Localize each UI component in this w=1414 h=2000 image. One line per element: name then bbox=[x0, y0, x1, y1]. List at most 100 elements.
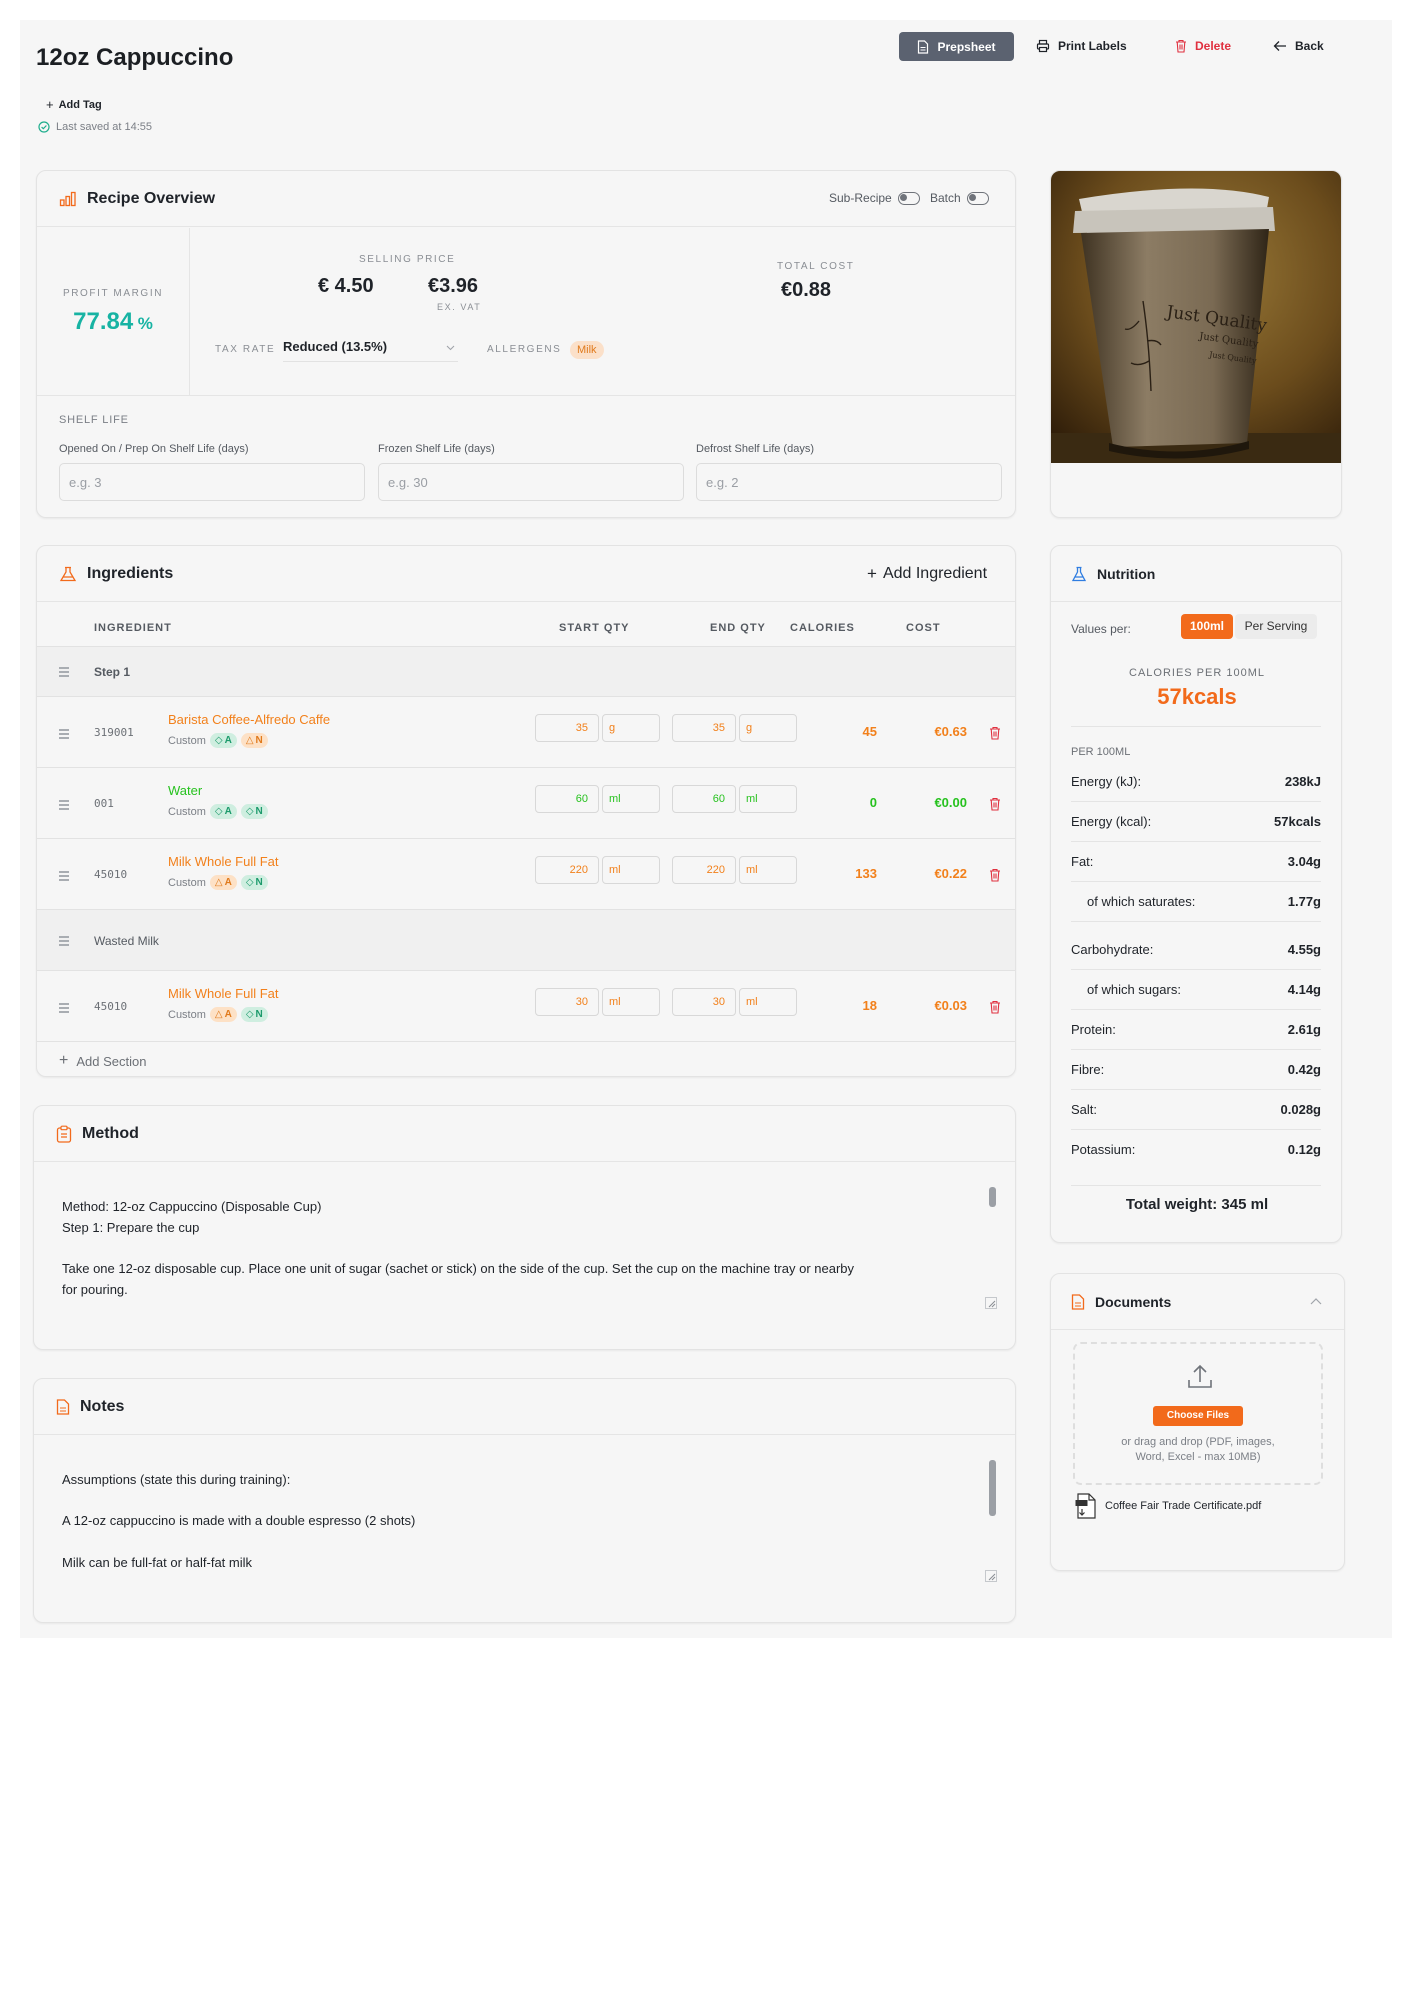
drag-handle-icon[interactable] bbox=[59, 800, 69, 812]
sub-recipe-toggle[interactable]: Sub-Recipe bbox=[829, 191, 920, 205]
per-100ml-toggle[interactable]: 100ml bbox=[1181, 614, 1233, 639]
file-dropzone[interactable]: Choose Files or drag and drop (PDF, imag… bbox=[1073, 1342, 1323, 1485]
tax-rate-value: Reduced (13.5%) bbox=[283, 339, 388, 354]
add-section-label: Add Section bbox=[76, 1053, 147, 1069]
nutrition-row: Potassium: 0.12g bbox=[1071, 1129, 1321, 1169]
metrics-divider bbox=[189, 228, 190, 396]
documents-header[interactable]: Documents bbox=[1051, 1274, 1344, 1330]
ingredient-name[interactable]: Milk Whole Full Fat bbox=[168, 854, 279, 869]
calories-per-value: 57kcals bbox=[1157, 684, 1237, 709]
ingredient-name[interactable]: Barista Coffee-Alfredo Caffe bbox=[168, 712, 330, 727]
nutrition-row: Protein: 2.61g bbox=[1071, 1009, 1321, 1049]
trash-icon[interactable] bbox=[989, 1000, 1001, 1014]
table-row[interactable]: 001 Water Custom ◇ A ◇ N 60 ml 60 ml 0 €0.… bbox=[37, 768, 1015, 838]
ingredients-card: Ingredients + Add Ingredient INGREDIENT … bbox=[36, 545, 1016, 1077]
save-status: Last saved at 14:55 bbox=[38, 121, 152, 133]
drop-hint-line-1: or drag and drop (PDF, images, bbox=[1121, 1436, 1275, 1448]
end-qty-input[interactable]: 30 bbox=[672, 988, 736, 1016]
scrollbar-thumb[interactable] bbox=[989, 1460, 996, 1516]
start-qty-input[interactable]: 60 bbox=[535, 785, 599, 813]
resize-handle-icon[interactable] bbox=[985, 1297, 997, 1309]
chevron-up-icon[interactable] bbox=[1310, 1298, 1322, 1305]
method-textarea[interactable]: Method: 12-oz Cappuccino (Disposable Cup… bbox=[34, 1163, 1015, 1349]
ingredients-title: Ingredients bbox=[87, 564, 174, 582]
trash-icon[interactable] bbox=[989, 868, 1001, 882]
cost-value: €0.03 bbox=[934, 998, 967, 1013]
nutrition-value: 4.14g bbox=[1287, 981, 1321, 997]
ingredient-name[interactable]: Milk Whole Full Fat bbox=[168, 986, 279, 1001]
start-qty-input[interactable]: 30 bbox=[535, 988, 599, 1016]
sub-recipe-switch[interactable] bbox=[897, 191, 920, 205]
upload-icon bbox=[1188, 1364, 1212, 1388]
method-line: Take one 12-oz disposable cup. Place one… bbox=[62, 1261, 855, 1276]
trash-icon[interactable] bbox=[989, 726, 1001, 740]
nutrition-row: of which sugars: 4.14g bbox=[1071, 969, 1321, 1009]
drag-handle-icon[interactable] bbox=[59, 1003, 69, 1015]
opened-shelf-life-input[interactable]: e.g. 3 bbox=[59, 463, 365, 501]
start-unit-input[interactable]: ml bbox=[602, 988, 660, 1016]
opened-shelf-life-label: Opened On / Prep On Shelf Life (days) bbox=[59, 443, 249, 455]
defrost-shelf-life-input[interactable]: e.g. 2 bbox=[696, 463, 1002, 501]
document-icon bbox=[918, 39, 929, 54]
trash-icon[interactable] bbox=[989, 797, 1001, 811]
allergen-pill: ◇ N bbox=[240, 875, 268, 890]
tax-rate-select[interactable]: Reduced (13.5%) bbox=[283, 336, 458, 362]
price-ex-vat: €3.96 bbox=[428, 275, 479, 297]
add-tag-button[interactable]: + Add Tag bbox=[46, 97, 102, 112]
selling-price-label: SELLING PRICE bbox=[359, 254, 456, 265]
end-unit-input[interactable]: ml bbox=[739, 785, 797, 813]
drag-handle-icon[interactable] bbox=[59, 871, 69, 883]
print-labels-button[interactable]: Print Labels bbox=[1036, 39, 1127, 53]
add-ingredient-button[interactable]: + Add Ingredient bbox=[867, 564, 987, 584]
drag-handle-icon[interactable] bbox=[59, 936, 69, 948]
delete-button[interactable]: Delete bbox=[1175, 39, 1231, 53]
choose-files-button[interactable]: Choose Files bbox=[1153, 1406, 1243, 1426]
end-unit-input[interactable]: ml bbox=[739, 856, 797, 884]
scrollbar-thumb[interactable] bbox=[989, 1187, 996, 1207]
nutrition-divider bbox=[1071, 1185, 1321, 1186]
table-row[interactable]: 45010 Milk Whole Full Fat Custom △ A ◇ N 3… bbox=[37, 971, 1015, 1041]
back-button[interactable]: Back bbox=[1273, 39, 1324, 53]
resize-handle-icon[interactable] bbox=[985, 1570, 997, 1582]
nutrition-label: Potassium: bbox=[1071, 1141, 1136, 1157]
batch-switch[interactable] bbox=[966, 191, 989, 205]
table-row[interactable]: 45010 Milk Whole Full Fat Custom △ A ◇ N 2… bbox=[37, 839, 1015, 909]
drop-hint-line-2: Word, Excel - max 10MB) bbox=[1135, 1451, 1261, 1463]
ingredient-type: Custom bbox=[168, 734, 206, 747]
recipe-photo-card[interactable]: Just Quality Just Quality Just Quality bbox=[1050, 170, 1342, 518]
table-row[interactable]: 319001 Barista Coffee-Alfredo Caffe Cust… bbox=[37, 697, 1015, 767]
cost-value: €0.00 bbox=[934, 795, 967, 810]
notes-card: Notes Assumptions (state this during tra… bbox=[33, 1378, 1016, 1623]
shield-icon: ◇ bbox=[245, 877, 254, 888]
nutrition-value: 3.04g bbox=[1287, 853, 1321, 869]
end-qty-input[interactable]: 60 bbox=[672, 785, 736, 813]
allergen-pill-label: A bbox=[224, 877, 232, 888]
ingredient-code: 45010 bbox=[94, 868, 128, 881]
frozen-shelf-life-input[interactable]: e.g. 30 bbox=[378, 463, 684, 501]
end-unit-input[interactable]: g bbox=[739, 714, 797, 742]
drag-handle-icon[interactable] bbox=[59, 667, 69, 679]
ingredient-name[interactable]: Water bbox=[168, 783, 202, 798]
start-unit-input[interactable]: g bbox=[602, 714, 660, 742]
end-qty-input[interactable]: 35 bbox=[672, 714, 736, 742]
end-unit-input[interactable]: ml bbox=[739, 988, 797, 1016]
start-qty-input[interactable]: 220 bbox=[535, 856, 599, 884]
back-label: Back bbox=[1295, 39, 1324, 53]
section-name: Wasted Milk bbox=[94, 934, 159, 948]
per-serving-toggle[interactable]: Per Serving bbox=[1235, 614, 1317, 639]
end-qty-input[interactable]: 220 bbox=[672, 856, 736, 884]
warning-icon: △ bbox=[214, 1009, 223, 1020]
drag-handle-icon[interactable] bbox=[59, 729, 69, 741]
method-header: Method bbox=[34, 1106, 1015, 1162]
batch-toggle[interactable]: Batch bbox=[930, 191, 989, 205]
nutrition-label: Carbohydrate: bbox=[1071, 941, 1154, 957]
notes-textarea[interactable]: Assumptions (state this during training)… bbox=[34, 1436, 1015, 1622]
start-unit-input[interactable]: ml bbox=[602, 856, 660, 884]
prepsheet-button[interactable]: Prepsheet bbox=[899, 32, 1014, 61]
nutrition-label: Energy (kJ): bbox=[1071, 773, 1142, 789]
allergen-pill-label: N bbox=[255, 1009, 263, 1020]
add-section-button[interactable]: + Add Section bbox=[59, 1052, 146, 1070]
document-file-item[interactable]: Coffee Fair Trade Certificate.pdf bbox=[1075, 1492, 1261, 1520]
start-qty-input[interactable]: 35 bbox=[535, 714, 599, 742]
start-unit-input[interactable]: ml bbox=[602, 785, 660, 813]
